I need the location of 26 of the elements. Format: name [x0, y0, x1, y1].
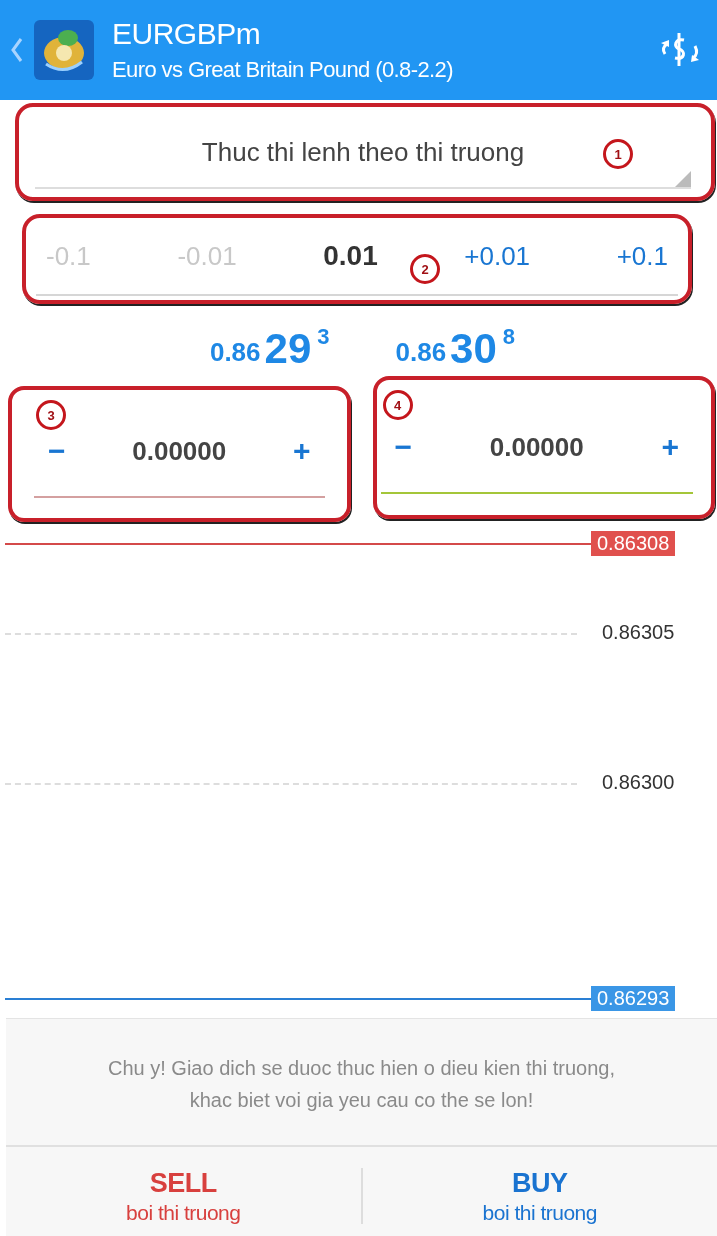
- plus-button[interactable]: +: [661, 430, 679, 464]
- price-value: 0.00000: [132, 435, 227, 467]
- volume-value: 0.01: [323, 240, 378, 272]
- take-profit-field[interactable]: − 0.00000 +: [380, 416, 693, 494]
- price-value: 0.00000: [489, 431, 584, 463]
- callout-number: 1: [603, 139, 633, 169]
- price-scale-label: 0.86305: [602, 621, 675, 644]
- symbol-description: Euro vs Great Britain Pound (0.8-2.2): [112, 57, 454, 83]
- volume-step-button[interactable]: +0.01: [464, 240, 531, 272]
- price-scale-label: 0.86300: [602, 771, 675, 794]
- market-warning-text: Chu y! Giao dich se duoc thuc hien o dieu kien thi truong, khac biet voi gia yeu cau co the se lon!: [108, 1056, 615, 1113]
- buy-button[interactable]: BUY boi thi truong: [362, 1161, 717, 1231]
- volume-step-button[interactable]: +0.1: [616, 240, 668, 272]
- back-icon[interactable]: [10, 37, 24, 63]
- callout-number: 4: [382, 390, 413, 420]
- symbol-title: EURGBPm: [112, 17, 262, 51]
- bid-price-label: 0.86293: [591, 986, 676, 1011]
- minus-button[interactable]: −: [394, 430, 413, 464]
- minus-button[interactable]: −: [48, 434, 66, 468]
- app-logo-icon: [34, 20, 94, 80]
- callout-number: 2: [410, 254, 440, 284]
- plus-button[interactable]: +: [292, 434, 311, 468]
- ask-price-label: 0.86308: [591, 531, 676, 556]
- sell-button[interactable]: SELL boi thi truong: [6, 1161, 361, 1231]
- dropdown-corner-icon: [675, 171, 691, 187]
- callout-number: 3: [36, 400, 66, 430]
